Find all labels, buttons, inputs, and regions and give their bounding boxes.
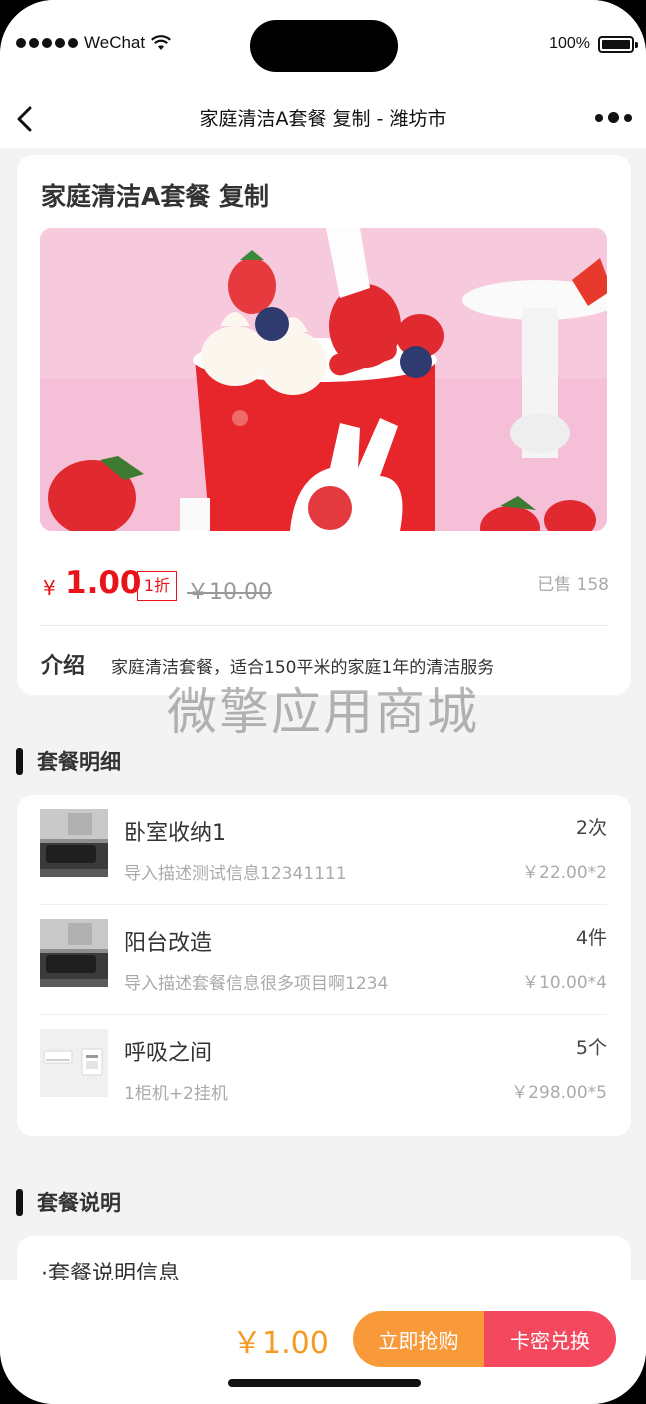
discount-badge: 1折 <box>137 571 177 601</box>
battery-percent: 100% <box>549 35 590 52</box>
item-thumbnail <box>40 919 108 987</box>
strawberry-cake-illustration <box>40 228 607 531</box>
chevron-left-icon[interactable] <box>12 102 40 136</box>
status-right: 100% <box>549 35 638 53</box>
divider <box>40 625 608 626</box>
list-item[interactable]: 阳台改造 4件 导入描述套餐信息很多项目啊1234 ￥10.00*4 <box>40 905 607 1015</box>
living-room-photo <box>40 919 108 987</box>
item-price: ￥22.00*2 <box>522 863 607 883</box>
status-left: WeChat <box>16 33 172 53</box>
item-description: 导入描述套餐信息很多项目啊1234 <box>124 974 389 994</box>
product-title: 家庭清洁A套餐 复制 <box>41 182 270 211</box>
current-price: 1.00 <box>65 565 142 601</box>
sold-count: 已售 158 <box>537 575 609 595</box>
phone-screen: WeChat 100% 家庭清洁A套餐 复制 - 潍坊市 家庭清洁A套餐 复制 <box>0 0 646 1404</box>
item-description: 1柜机+2挂机 <box>124 1084 228 1104</box>
section-header-details: 套餐明细 <box>16 746 121 776</box>
product-image <box>40 228 607 531</box>
item-thumbnail <box>40 809 108 877</box>
living-room-photo <box>40 809 108 877</box>
list-item[interactable]: 卧室收纳1 2次 导入描述测试信息12341111 ￥22.00*2 <box>40 795 607 905</box>
air-conditioner-photo <box>40 1029 108 1097</box>
list-item[interactable]: 呼吸之间 5个 1柜机+2挂机 ￥298.00*5 <box>40 1015 607 1125</box>
price-currency: ¥ <box>43 576 56 600</box>
watermark: 微擎应用商城 <box>167 683 479 741</box>
section-marker <box>16 747 23 775</box>
section-header-description: 套餐说明 <box>16 1187 121 1217</box>
item-name: 呼吸之间 <box>124 1041 213 1066</box>
item-price: ￥298.00*5 <box>511 1083 607 1103</box>
item-quantity: 5个 <box>575 1037 607 1059</box>
item-name: 阳台改造 <box>124 931 213 956</box>
dynamic-island <box>250 20 398 72</box>
home-indicator[interactable] <box>228 1379 421 1387</box>
battery-icon <box>598 35 638 53</box>
original-price: ￥10.00 <box>187 580 272 605</box>
page-title: 家庭清洁A套餐 复制 - 潍坊市 <box>199 108 447 130</box>
item-quantity: 4件 <box>575 927 607 949</box>
product-card: 家庭清洁A套餐 复制 ¥ 1.00 1折 ￥10.00 已售 158 介绍 家庭… <box>17 155 631 695</box>
more-dots-icon[interactable] <box>595 112 632 123</box>
price-row: ¥ 1.00 1折 ￥10.00 已售 158 <box>43 565 609 609</box>
carrier-label: WeChat <box>84 33 146 52</box>
status-bar: WeChat 100% <box>0 0 646 90</box>
section-title: 套餐说明 <box>37 1191 121 1215</box>
package-details-card: 卧室收纳1 2次 导入描述测试信息12341111 ￥22.00*2 阳台改造 … <box>17 795 631 1136</box>
total-price: ￥1.00 <box>232 1326 329 1361</box>
wifi-icon <box>151 35 172 50</box>
item-description: 导入描述测试信息12341111 <box>124 864 347 884</box>
item-quantity: 2次 <box>575 817 607 839</box>
item-thumbnail <box>40 1029 108 1097</box>
buy-now-button[interactable]: 立即抢购 <box>353 1311 484 1367</box>
section-marker <box>16 1188 23 1216</box>
item-name: 卧室收纳1 <box>124 821 226 846</box>
action-button-group: 立即抢购 卡密兑换 <box>353 1311 616 1367</box>
redeem-card-button[interactable]: 卡密兑换 <box>484 1311 616 1367</box>
item-price: ￥10.00*4 <box>522 973 607 993</box>
nav-bar: 家庭清洁A套餐 复制 - 潍坊市 <box>0 90 646 148</box>
signal-icon <box>16 38 78 48</box>
section-title: 套餐明细 <box>37 750 121 774</box>
